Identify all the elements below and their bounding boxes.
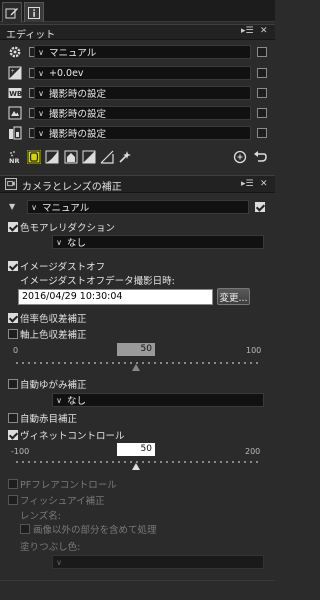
adjustment-mode-dropdown[interactable]: ∨ マニュアル (34, 45, 251, 59)
active-dlighting-icon (8, 126, 22, 140)
chevron-down-icon: ∨ (38, 68, 44, 78)
include-outside-checkbox[interactable] (20, 524, 30, 534)
axial-ca-min: 0 (13, 346, 19, 355)
vignette-max: 200 (245, 447, 261, 456)
picture-control-dropdown[interactable]: ∨ 撮影時の設定 (34, 106, 251, 120)
lateral-ca-label: 倍率色収差補正 (20, 314, 87, 325)
edit-panel-title: エディット (6, 30, 56, 41)
dust-off-date-field[interactable]: 2016/04/29 10:30:04 (18, 289, 213, 305)
chevron-down-icon: ∨ (38, 108, 44, 118)
svg-text:+: + (11, 69, 15, 75)
distortion-checkbox[interactable] (8, 379, 18, 389)
lens-name-label: レンズ名: (20, 511, 62, 522)
collapse-triangle-icon[interactable]: ▼ (9, 202, 15, 211)
tone-curve-icon[interactable] (45, 150, 59, 164)
lens-panel-icon (5, 178, 17, 190)
distortion-label: 自動ゆがみ補正 (20, 380, 87, 391)
lens-panel-header: カメラとレンズの補正 ▸☰ ✕ (0, 175, 275, 193)
row-apply-checkbox[interactable] (257, 47, 267, 57)
dust-off-label: イメージダストオフ (20, 262, 106, 273)
lateral-ca-checkbox[interactable] (8, 313, 18, 323)
vignette-checkbox[interactable] (8, 430, 18, 440)
white-balance-dropdown[interactable]: ∨ 撮影時の設定 (34, 86, 251, 100)
tab-strip (0, 0, 275, 22)
close-icon[interactable]: ✕ (260, 26, 268, 36)
chevron-down-icon: ∨ (31, 202, 37, 212)
exposure-icon: + (8, 66, 22, 80)
panel-bottom-divider (0, 580, 275, 581)
info-icon (28, 6, 40, 19)
color-moire-checkbox[interactable] (8, 222, 18, 232)
edit-icon (5, 7, 18, 18)
panel-menu-icon[interactable]: ▸☰ (241, 26, 254, 36)
color-moire-dropdown[interactable]: ∨ なし (52, 235, 264, 249)
svg-text:WB: WB (9, 90, 22, 98)
vignette-min: -100 (11, 447, 30, 456)
picture-control-icon (8, 106, 22, 120)
fill-color-label: 塗りつぶし色: (20, 542, 81, 553)
nr-icon[interactable]: NR (8, 150, 22, 164)
chevron-down-icon: ∨ (56, 237, 62, 247)
lens-panel-enable-checkbox[interactable] (255, 202, 265, 212)
distortion-dropdown[interactable]: ∨ なし (52, 393, 264, 407)
dust-off-checkbox[interactable] (8, 261, 18, 271)
dust-off-date-label: イメージダストオフデータ撮影日時: (20, 276, 175, 287)
lens-panel-title: カメラとレンズの補正 (22, 182, 122, 193)
row-apply-checkbox[interactable] (257, 128, 267, 138)
wb-icon: WB (8, 86, 22, 100)
axial-ca-checkbox[interactable] (8, 329, 18, 339)
gear-icon (8, 45, 22, 59)
axial-ca-value[interactable]: 50 (117, 343, 155, 356)
axial-ca-max: 100 (246, 346, 262, 355)
lens-preset-dropdown[interactable]: ∨ マニュアル (27, 200, 249, 214)
lens-correction-icon[interactable] (27, 150, 41, 164)
chevron-down-icon: ∨ (38, 47, 44, 57)
undo-icon[interactable] (253, 150, 267, 164)
chevron-down-icon: ∨ (56, 557, 62, 567)
panel-menu-icon[interactable]: ▸☰ (241, 179, 254, 189)
row-apply-checkbox[interactable] (257, 108, 267, 118)
color-booster-icon[interactable] (64, 150, 78, 164)
chevron-down-icon: ∨ (38, 128, 44, 138)
axial-ca-slider-thumb[interactable] (132, 364, 140, 371)
include-outside-label: 画像以外の部分を含めて処理 (33, 525, 157, 536)
tab-edit[interactable] (2, 2, 22, 22)
svg-text:NR: NR (9, 157, 19, 164)
fill-color-dropdown[interactable]: ∨ (52, 555, 264, 569)
retouch-brush-icon[interactable] (118, 150, 132, 164)
change-dust-data-button[interactable]: 変更... (217, 288, 250, 305)
close-icon[interactable]: ✕ (260, 179, 268, 189)
levels-icon[interactable] (82, 150, 96, 164)
fisheye-label: フィッシュアイ補正 (20, 496, 105, 507)
history-icon[interactable] (233, 150, 247, 164)
row-apply-checkbox[interactable] (257, 68, 267, 78)
active-dlighting-dropdown[interactable]: ∨ 撮影時の設定 (34, 126, 251, 140)
fisheye-checkbox[interactable] (8, 495, 18, 505)
vignette-label: ヴィネットコントロール (20, 431, 125, 442)
vignette-value[interactable]: 50 (117, 443, 155, 456)
red-eye-label: 自動赤目補正 (20, 414, 78, 425)
chevron-down-icon: ∨ (56, 395, 62, 405)
pf-flare-label: PFフレアコントロール (20, 480, 117, 491)
chevron-down-icon: ∨ (38, 88, 44, 98)
exposure-dropdown[interactable]: ∨ +0.0ev (34, 66, 251, 80)
pf-flare-checkbox[interactable] (8, 479, 18, 489)
row-apply-checkbox[interactable] (257, 88, 267, 98)
edit-panel-header: エディット ▸☰ ✕ (0, 24, 275, 41)
red-eye-checkbox[interactable] (8, 413, 18, 423)
tab-info[interactable] (24, 2, 44, 22)
vignette-slider-thumb[interactable] (132, 463, 140, 470)
straighten-icon[interactable] (100, 150, 114, 164)
color-moire-label: 色モアレリダクション (20, 223, 116, 234)
axial-ca-label: 軸上色収差補正 (20, 330, 87, 341)
edit-toolbar: NR (0, 148, 275, 166)
